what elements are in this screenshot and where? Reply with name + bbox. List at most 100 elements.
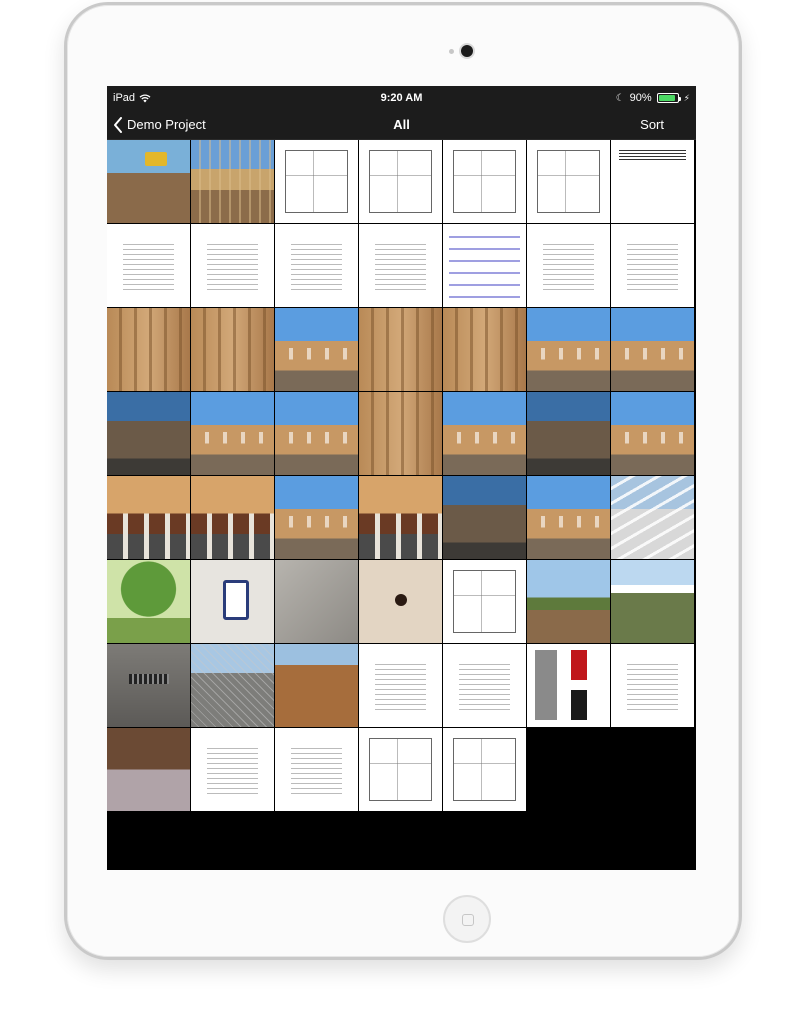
thumbnail-house[interactable] <box>527 476 610 559</box>
thumbnail-chainfence[interactable] <box>191 644 274 727</box>
thumbnail-image <box>275 476 358 559</box>
thumbnail-image <box>527 392 610 475</box>
back-button-label: Demo Project <box>127 117 206 132</box>
thumbnail-image <box>527 644 610 727</box>
thumbnail-image <box>527 560 610 643</box>
thumbnail-gantt[interactable] <box>443 224 526 307</box>
thumbnail-house[interactable] <box>611 308 694 391</box>
page-title: All <box>393 117 410 132</box>
thumbnail-house-dark[interactable] <box>443 476 526 559</box>
thumbnail-cover[interactable] <box>611 140 694 223</box>
status-bar: iPad 9:20 AM ☾ 90% ⚡ <box>107 86 696 110</box>
thumbnail-image <box>611 392 694 475</box>
screen: iPad 9:20 AM ☾ 90% ⚡ Demo Project All So… <box>107 86 696 870</box>
thumbnail-outlet[interactable] <box>191 560 274 643</box>
thumbnail-dirt[interactable] <box>107 140 190 223</box>
thumbnail-doc[interactable] <box>191 224 274 307</box>
thumbnail-doc[interactable] <box>611 644 694 727</box>
thumbnail-doc[interactable] <box>275 728 358 811</box>
thumbnail-fence[interactable] <box>611 560 694 643</box>
thumbnail-plan[interactable] <box>443 140 526 223</box>
thumbnail-image <box>107 308 190 391</box>
wifi-icon <box>139 93 151 103</box>
chevron-left-icon <box>114 116 122 133</box>
thumbnail-wood[interactable] <box>359 392 442 475</box>
sort-button[interactable]: Sort <box>640 117 664 132</box>
thumbnail-wood[interactable] <box>359 308 442 391</box>
charging-bolt-icon: ⚡ <box>683 92 690 103</box>
home-button[interactable] <box>443 895 491 943</box>
thumbnail-doc[interactable] <box>107 224 190 307</box>
thumbnail-yard[interactable] <box>527 560 610 643</box>
thumbnail-house[interactable] <box>527 308 610 391</box>
thumbnail-image <box>449 230 520 301</box>
thumbnail-porch[interactable] <box>191 476 274 559</box>
thumbnail-image <box>275 644 358 727</box>
thumbnail-rail[interactable] <box>611 476 694 559</box>
thumbnail-house[interactable] <box>443 392 526 475</box>
thumbnail-doc[interactable] <box>275 224 358 307</box>
status-right: ☾ 90% ⚡ <box>616 92 690 104</box>
thumbnail-doc[interactable] <box>527 224 610 307</box>
thumbnail-house-dark[interactable] <box>527 392 610 475</box>
thumbnail-image <box>453 150 516 213</box>
thumbnail-porch[interactable] <box>107 476 190 559</box>
thumbnail-samples[interactable] <box>527 644 610 727</box>
thumbnail-image <box>459 660 510 711</box>
battery-icon <box>656 93 681 103</box>
thumbnail-porch[interactable] <box>359 476 442 559</box>
thumbnail-image <box>369 150 432 213</box>
thumbnail-image <box>275 392 358 475</box>
thumbnail-house[interactable] <box>275 308 358 391</box>
front-camera-icon <box>461 45 473 57</box>
thumbnail-image <box>359 476 442 559</box>
thumbnail-tree[interactable] <box>107 560 190 643</box>
thumbnail-plan[interactable] <box>527 140 610 223</box>
thumbnail-doc[interactable] <box>611 224 694 307</box>
thumbnail-house[interactable] <box>611 392 694 475</box>
thumbnail-plan[interactable] <box>359 140 442 223</box>
thumbnail-framing[interactable] <box>191 140 274 223</box>
battery-fill <box>658 95 675 101</box>
thumbnail-plan[interactable] <box>443 560 526 643</box>
thumbnail-image <box>443 476 526 559</box>
thumbnail-image <box>107 728 190 811</box>
thumbnail-house[interactable] <box>191 392 274 475</box>
thumbnail-doc[interactable] <box>191 728 274 811</box>
thumbnail-house[interactable] <box>275 476 358 559</box>
thumbnail-room[interactable] <box>107 728 190 811</box>
thumbnail-image <box>291 240 342 291</box>
moon-icon: ☾ <box>615 92 625 104</box>
thumbnail-image <box>107 644 190 727</box>
thumbnail-image <box>443 308 526 391</box>
thumbnail-drain[interactable] <box>107 644 190 727</box>
thumbnail-wood[interactable] <box>191 308 274 391</box>
thumbnail-doc[interactable] <box>443 644 526 727</box>
thumbnail-image <box>611 308 694 391</box>
thumbnail-image <box>359 560 442 643</box>
thumbnail-image <box>369 738 432 801</box>
thumbnail-concrete[interactable] <box>275 560 358 643</box>
thumbnail-doc[interactable] <box>359 224 442 307</box>
device-name: iPad <box>113 92 136 104</box>
thumbnail-wall-hole[interactable] <box>359 560 442 643</box>
thumbnail-house-dark[interactable] <box>107 392 190 475</box>
thumbnail-image <box>275 560 358 643</box>
thumbnail-plan[interactable] <box>443 728 526 811</box>
thumbnail-image <box>107 476 190 559</box>
thumbnail-trench[interactable] <box>275 644 358 727</box>
thumbnail-wood[interactable] <box>443 308 526 391</box>
thumbnail-image <box>527 308 610 391</box>
back-button[interactable]: Demo Project <box>107 116 206 133</box>
battery-cap <box>678 97 681 101</box>
thumbnail-image <box>359 308 442 391</box>
thumbnail-doc[interactable] <box>359 644 442 727</box>
thumbnail-image <box>453 738 516 801</box>
thumbnail-image <box>527 476 610 559</box>
thumbnail-image <box>191 560 274 643</box>
thumbnail-wood[interactable] <box>107 308 190 391</box>
thumbnail-plan[interactable] <box>275 140 358 223</box>
thumbnail-plan[interactable] <box>359 728 442 811</box>
thumbnail-house[interactable] <box>275 392 358 475</box>
thumbnail-image <box>627 240 678 291</box>
